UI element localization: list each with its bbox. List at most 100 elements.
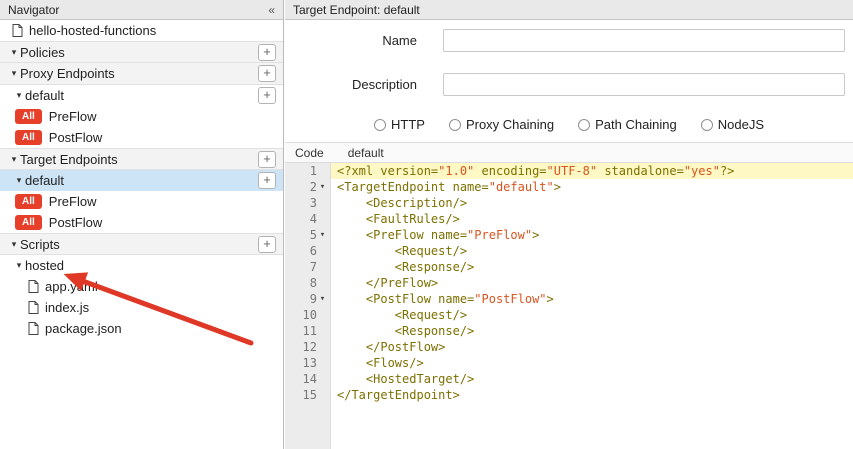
line-number[interactable]: 4 [285,211,330,227]
disclosure-icon[interactable]: ▾ [8,154,20,165]
line-number[interactable]: 9▾ [285,291,330,307]
line-number[interactable]: 7 [285,259,330,275]
line-number[interactable]: 5▾ [285,227,330,243]
file-label: package.json [45,321,122,336]
bundle-label: hello-hosted-functions [29,23,156,38]
detail-header: Target Endpoint: default [285,0,853,20]
code-line[interactable]: <TargetEndpoint name="default"> [331,179,853,195]
section-header-policies[interactable]: ▾ Policies + [0,41,283,63]
flow-label: PostFlow [49,130,102,145]
flow-condition-badge: All [15,130,42,145]
tree-item-file-index-js[interactable]: index.js [0,297,283,318]
add-policy-button[interactable]: + [258,44,276,61]
disclosure-icon[interactable]: ▾ [13,90,25,101]
add-target-flow-button[interactable]: + [258,172,276,189]
fold-icon[interactable]: ▾ [317,227,328,243]
tree-item-bundle[interactable]: hello-hosted-functions [0,20,283,41]
code-line[interactable]: <Response/> [331,323,853,339]
line-number[interactable]: 10 [285,307,330,323]
file-label: index.js [45,300,89,315]
proxy-editor: Navigator « hello-hosted-functions ▾ Pol… [0,0,853,449]
name-input[interactable] [443,29,845,52]
name-row: Name [285,29,853,52]
name-label: Name [285,33,417,48]
endpoint-type-radios: HTTP Proxy Chaining Path Chaining NodeJS [285,117,853,132]
radio-label: HTTP [391,117,425,132]
add-script-button[interactable]: + [258,236,276,253]
detail-title: Target Endpoint: default [293,3,420,17]
flow-condition-badge: All [15,215,42,230]
tree-item-file-app-yaml[interactable]: app.yaml [0,276,283,297]
code-line[interactable]: <Response/> [331,259,853,275]
fold-icon[interactable]: ▾ [317,291,328,307]
collapse-sidebar-icon[interactable]: « [268,3,275,17]
line-number[interactable]: 3 [285,195,330,211]
add-proxy-flow-button[interactable]: + [258,87,276,104]
code-line[interactable]: </PostFlow> [331,339,853,355]
description-label: Description [285,77,417,92]
radio-label: Path Chaining [595,117,677,132]
description-row: Description [285,73,853,96]
disclosure-icon[interactable]: ▾ [8,47,20,58]
code-gutter: 12▾345▾6789▾101112131415 [285,163,331,449]
add-target-endpoint-button[interactable]: + [258,151,276,168]
disclosure-icon[interactable]: ▾ [13,175,25,186]
radio-http[interactable]: HTTP [374,117,425,132]
endpoint-label: default [25,88,64,103]
radio-icon [578,119,590,131]
code-line[interactable]: <PostFlow name="PostFlow"> [331,291,853,307]
line-number[interactable]: 6 [285,243,330,259]
tree-item-target-endpoint-default[interactable]: ▾ default + [0,170,283,191]
file-icon [28,280,39,293]
line-number[interactable]: 12 [285,339,330,355]
tree-item-hosted-folder[interactable]: ▾ hosted [0,255,283,276]
code-line[interactable]: <Request/> [331,307,853,323]
detail-panel: Target Endpoint: default Name Descriptio… [285,0,853,449]
radio-proxy-chaining[interactable]: Proxy Chaining [449,117,554,132]
tree-item-target-postflow[interactable]: All PostFlow [0,212,283,233]
line-number[interactable]: 15 [285,387,330,403]
line-number[interactable]: 8 [285,275,330,291]
section-label: Target Endpoints [20,152,118,167]
radio-nodejs[interactable]: NodeJS [701,117,764,132]
line-number[interactable]: 13 [285,355,330,371]
code-line[interactable]: </PreFlow> [331,275,853,291]
line-number[interactable]: 14 [285,371,330,387]
line-number[interactable]: 11 [285,323,330,339]
code-line[interactable]: <FaultRules/> [331,211,853,227]
code-line[interactable]: <?xml version="1.0" encoding="UTF-8" sta… [331,163,853,179]
tree-item-proxy-preflow[interactable]: All PreFlow [0,106,283,127]
code-editor[interactable]: 12▾345▾6789▾101112131415 <?xml version="… [285,163,853,449]
line-number[interactable]: 2▾ [285,179,330,195]
code-line[interactable]: <Description/> [331,195,853,211]
section-header-scripts[interactable]: ▾ Scripts + [0,233,283,255]
section-header-proxy-endpoints[interactable]: ▾ Proxy Endpoints + [0,63,283,85]
code-file-name: default [348,146,384,160]
disclosure-icon[interactable]: ▾ [8,68,20,79]
tree-item-proxy-endpoint-default[interactable]: ▾ default + [0,85,283,106]
code-line[interactable]: <Flows/> [331,355,853,371]
radio-icon [449,119,461,131]
code-line[interactable]: <Request/> [331,243,853,259]
code-line[interactable]: </TargetEndpoint> [331,387,853,403]
disclosure-icon[interactable]: ▾ [13,260,25,271]
code-lines[interactable]: <?xml version="1.0" encoding="UTF-8" sta… [331,163,853,449]
description-input[interactable] [443,73,845,96]
flow-label: PreFlow [49,194,97,209]
disclosure-icon[interactable]: ▾ [8,239,20,250]
section-header-target-endpoints[interactable]: ▾ Target Endpoints + [0,148,283,170]
line-number[interactable]: 1 [285,163,330,179]
flow-condition-badge: All [15,194,42,209]
navigator-header: Navigator « [0,0,283,20]
code-line[interactable]: <PreFlow name="PreFlow"> [331,227,853,243]
add-proxy-endpoint-button[interactable]: + [258,65,276,82]
tree-item-proxy-postflow[interactable]: All PostFlow [0,127,283,148]
code-tab[interactable]: Code [295,146,324,160]
tree-item-target-preflow[interactable]: All PreFlow [0,191,283,212]
fold-icon[interactable]: ▾ [317,179,328,195]
tree-item-file-package-json[interactable]: package.json [0,318,283,339]
code-header: Code default [285,142,853,163]
flow-label: PreFlow [49,109,97,124]
radio-path-chaining[interactable]: Path Chaining [578,117,677,132]
code-line[interactable]: <HostedTarget/> [331,371,853,387]
